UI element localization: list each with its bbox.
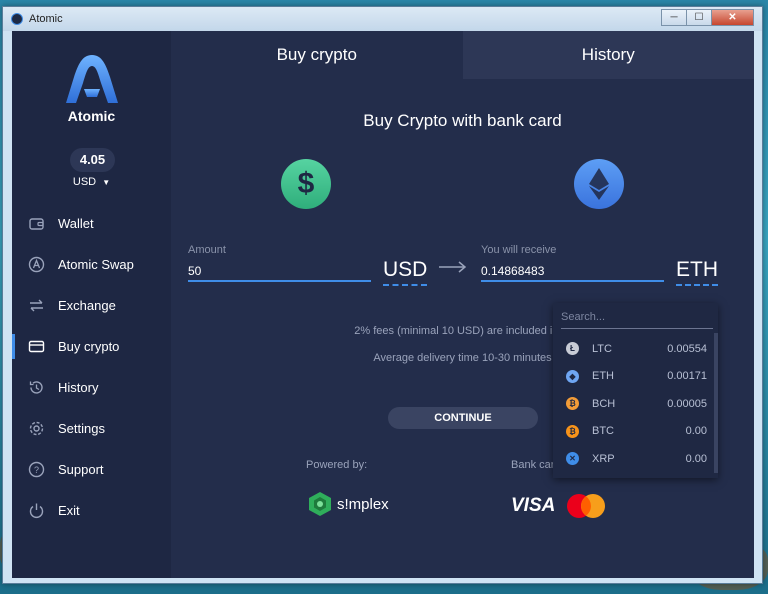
litecoin-icon: Ł (566, 342, 579, 356)
search-input[interactable] (561, 305, 713, 329)
logo-text: Atomic (67, 108, 116, 124)
list-item-symbol: BTC (592, 425, 614, 438)
bank-card-label: Bank car (511, 459, 555, 471)
balance-badge: 4.05 (70, 148, 115, 172)
atomic-swap-icon (28, 256, 45, 273)
sidebar-item-label: Wallet (58, 216, 94, 231)
maximize-button[interactable]: ☐ (686, 9, 712, 26)
window-title: Atomic (29, 13, 63, 25)
close-button[interactable]: ✕ (711, 9, 754, 26)
amount-label: Amount (188, 244, 226, 256)
minimize-button[interactable]: ─ (661, 9, 687, 26)
simplex-logo: s!mplex (307, 491, 389, 517)
tab-bar: Buy crypto History (171, 31, 754, 79)
sidebar: Atomic 4.05 USD ▼ Wallet Atomic Swap Exc… (12, 31, 171, 578)
gear-icon (28, 420, 45, 437)
receive-currency-selector[interactable]: ETH (676, 258, 718, 286)
wallet-icon (28, 215, 45, 232)
card-icon (28, 338, 45, 355)
main-panel: Buy crypto History Buy Crypto with bank … (171, 31, 754, 578)
tab-history[interactable]: History (462, 31, 754, 79)
sidebar-item-support[interactable]: ? Support (12, 449, 171, 490)
list-item-symbol: ETH (592, 370, 614, 383)
sidebar-item-atomic-swap[interactable]: Atomic Swap (12, 244, 171, 285)
app-client: Atomic 4.05 USD ▼ Wallet Atomic Swap Exc… (12, 31, 754, 578)
sidebar-item-label: Exchange (58, 298, 116, 313)
list-item-symbol: LTC (592, 342, 612, 355)
list-item-xrp[interactable]: ✕ XRP 0.00 (553, 445, 713, 473)
ethereum-icon (574, 159, 624, 209)
currency-selector[interactable]: USD ▼ (12, 176, 171, 188)
powered-by-label: Powered by: (306, 459, 368, 471)
sidebar-item-exchange[interactable]: Exchange (12, 285, 171, 326)
ripple-icon: ✕ (566, 452, 579, 466)
tab-buy-crypto[interactable]: Buy crypto (171, 31, 463, 79)
dollar-icon: $ (281, 159, 331, 209)
power-icon (28, 502, 45, 519)
exchange-icon (28, 297, 45, 314)
receive-input[interactable] (481, 262, 664, 282)
sidebar-item-wallet[interactable]: Wallet (12, 203, 171, 244)
list-item-btc[interactable]: ₿ BTC 0.00 (553, 418, 713, 446)
list-item-amount: 0.00 (685, 452, 707, 465)
list-item-amount: 0.00554 (667, 342, 707, 355)
sidebar-item-label: Buy crypto (58, 339, 120, 354)
list-item-amount: 0.00171 (667, 370, 707, 383)
list-item-amount: 0.00 (685, 425, 707, 438)
sidebar-item-label: History (58, 380, 99, 395)
chevron-down-icon: ▼ (102, 178, 111, 187)
app-window: Atomic ─ ☐ ✕ Atomic 4.05 USD ▼ Wallet At… (2, 6, 763, 584)
sidebar-nav: Wallet Atomic Swap Exchange Buy crypto H… (12, 203, 171, 531)
amount-input[interactable] (188, 262, 371, 282)
help-icon: ? (28, 461, 45, 478)
sidebar-item-buy-crypto[interactable]: Buy crypto (12, 326, 171, 367)
currency-list: Ł LTC 0.00554 ◆ ETH 0.00171 ₿ BCH 0.0000… (553, 335, 713, 473)
continue-button[interactable]: CONTINUE (388, 407, 538, 429)
sidebar-item-label: Settings (58, 421, 105, 436)
list-item-ltc[interactable]: Ł LTC 0.00554 (553, 335, 713, 363)
atomic-logo-icon (66, 55, 118, 103)
list-item-bch[interactable]: ₿ BCH 0.00005 (553, 390, 713, 418)
list-item-symbol: XRP (592, 452, 615, 465)
sidebar-item-label: Exit (58, 503, 80, 518)
svg-text:?: ? (34, 465, 39, 475)
visa-logo: VISA (511, 495, 556, 516)
list-item-symbol: BCH (592, 397, 616, 410)
sidebar-item-label: Atomic Swap (58, 257, 134, 272)
list-item-amount: 0.00005 (667, 397, 707, 410)
receive-label: You will receive (481, 244, 557, 256)
app-icon (11, 13, 23, 25)
title-bar: Atomic ─ ☐ ✕ (3, 7, 762, 31)
list-item-eth[interactable]: ◆ ETH 0.00171 (553, 363, 713, 391)
sidebar-item-exit[interactable]: Exit (12, 490, 171, 531)
bitcoin-icon: ₿ (566, 424, 579, 438)
sidebar-item-settings[interactable]: Settings (12, 408, 171, 449)
mastercard-icon (567, 494, 605, 518)
history-icon (28, 379, 45, 396)
simplex-text: s!mplex (337, 495, 389, 513)
dropdown-scrollbar[interactable] (714, 333, 718, 473)
sidebar-item-history[interactable]: History (12, 367, 171, 408)
currency-dropdown: Ł LTC 0.00554 ◆ ETH 0.00171 ₿ BCH 0.0000… (553, 303, 718, 478)
arrow-right-icon (439, 261, 467, 273)
sidebar-item-label: Support (58, 462, 104, 477)
ethereum-icon: ◆ (566, 369, 579, 383)
bitcoin-cash-icon: ₿ (566, 397, 579, 411)
simplex-icon (309, 492, 331, 516)
currency-label: USD (72, 176, 97, 188)
page-title: Buy Crypto with bank card (363, 111, 562, 130)
amount-currency-selector[interactable]: USD (383, 258, 428, 286)
